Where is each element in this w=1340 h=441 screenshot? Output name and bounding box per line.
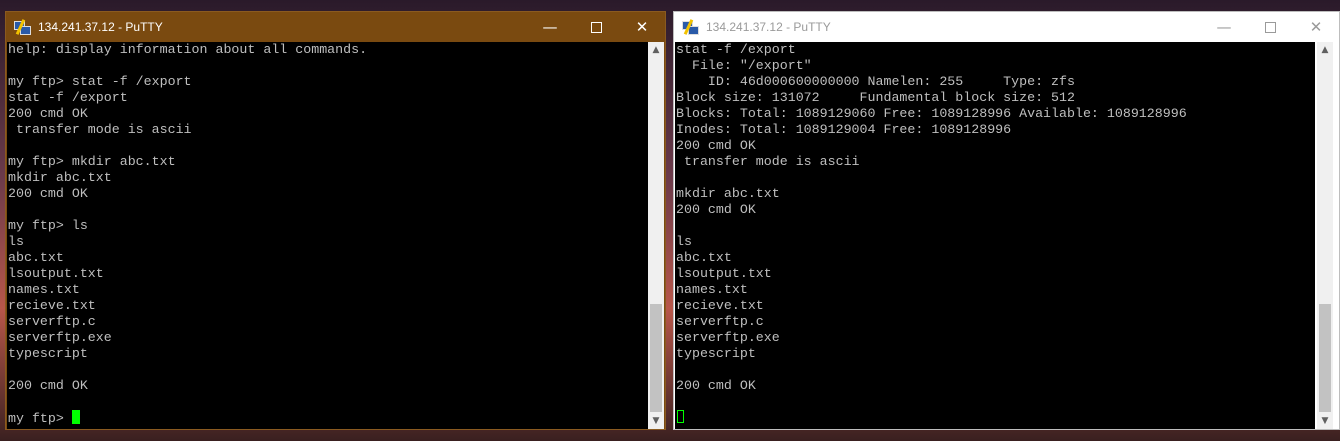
scroll-thumb[interactable] (1319, 304, 1331, 412)
terminal-line: 200 cmd OK (8, 378, 88, 393)
terminal-line: stat -f /export (8, 90, 128, 105)
scroll-up-arrow[interactable]: ▲ (648, 42, 664, 58)
vertical-scrollbar[interactable]: ▲ ▼ (1317, 42, 1333, 429)
terminal-line: Block size: 131072 Fundamental block siz… (676, 90, 1075, 105)
terminal-area[interactable]: stat -f /export File: "/export" ID: 46d0… (675, 42, 1315, 429)
vertical-scrollbar[interactable]: ▲ ▼ (648, 42, 664, 429)
maximize-icon (590, 21, 602, 33)
terminal-line: Inodes: Total: 1089129004 Free: 10891289… (676, 122, 1012, 137)
terminal-line: typescript (676, 346, 756, 361)
putty-icon[interactable] (682, 19, 699, 35)
terminal-line: help: display information about all comm… (8, 42, 368, 57)
terminal-line: ls (676, 234, 692, 249)
putty-window-right[interactable]: 134.241.37.12 - PuTTY — ✕ stat -f /expor… (673, 11, 1340, 430)
terminal-line: serverftp.exe (676, 330, 780, 345)
window-title: 134.241.37.12 - PuTTY (38, 20, 163, 34)
maximize-icon (1264, 21, 1276, 33)
terminal-output: stat -f /export File: "/export" ID: 46d0… (675, 42, 1315, 426)
minimize-button[interactable]: — (1201, 12, 1247, 42)
terminal-line: serverftp.exe (8, 330, 112, 345)
terminal-output: help: display information about all comm… (7, 42, 649, 426)
text-cursor (677, 410, 684, 423)
terminal-line: my ftp> mkdir abc.txt (8, 154, 176, 169)
terminal-line: recieve.txt (8, 298, 96, 313)
terminal-line: transfer mode is ascii (8, 122, 192, 137)
prompt-line[interactable] (675, 410, 1315, 426)
terminal-line: lsoutput.txt (8, 266, 104, 281)
putty-icon[interactable] (14, 19, 31, 35)
terminal-line: serverftp.c (676, 314, 764, 329)
prompt-line[interactable]: my ftp> (7, 410, 649, 426)
title-bar[interactable]: 134.241.37.12 - PuTTY — ✕ (674, 12, 1339, 42)
terminal-line: mkdir abc.txt (8, 170, 112, 185)
window-title: 134.241.37.12 - PuTTY (706, 20, 831, 34)
terminal-line: Blocks: Total: 1089129060 Free: 10891289… (676, 106, 1187, 121)
scroll-thumb[interactable] (650, 304, 662, 412)
terminal-line: ls (8, 234, 24, 249)
terminal-line: 200 cmd OK (676, 202, 756, 217)
putty-window-left[interactable]: 134.241.37.12 - PuTTY — ✕ help: display … (5, 11, 666, 430)
terminal-line: recieve.txt (676, 298, 764, 313)
maximize-button[interactable] (1247, 12, 1293, 42)
scroll-up-arrow[interactable]: ▲ (1317, 42, 1333, 58)
close-button[interactable]: ✕ (619, 12, 665, 42)
terminal-line: File: "/export" (676, 58, 812, 73)
terminal-line: transfer mode is ascii (676, 154, 860, 169)
terminal-line: mkdir abc.txt (676, 186, 780, 201)
terminal-line: lsoutput.txt (676, 266, 772, 281)
terminal-line: abc.txt (8, 250, 64, 265)
close-button[interactable]: ✕ (1293, 12, 1339, 42)
terminal-area[interactable]: help: display information about all comm… (7, 42, 649, 429)
title-bar[interactable]: 134.241.37.12 - PuTTY — ✕ (6, 12, 665, 42)
terminal-line: 200 cmd OK (8, 186, 88, 201)
terminal-line: names.txt (8, 282, 80, 297)
prompt-text: my ftp> (8, 411, 72, 426)
minimize-button[interactable]: — (527, 12, 573, 42)
terminal-line: my ftp> ls (8, 218, 88, 233)
terminal-line: 200 cmd OK (8, 106, 88, 121)
terminal-line: abc.txt (676, 250, 732, 265)
terminal-line: my ftp> stat -f /export (8, 74, 192, 89)
terminal-line: ID: 46d000600000000 Namelen: 255 Type: z… (676, 74, 1075, 89)
terminal-line: serverftp.c (8, 314, 96, 329)
terminal-line: 200 cmd OK (676, 378, 756, 393)
terminal-line: typescript (8, 346, 88, 361)
terminal-line: names.txt (676, 282, 748, 297)
terminal-line: stat -f /export (676, 42, 796, 57)
maximize-button[interactable] (573, 12, 619, 42)
scroll-down-arrow[interactable]: ▼ (648, 413, 664, 429)
text-cursor (71, 410, 80, 424)
terminal-line: 200 cmd OK (676, 138, 756, 153)
scroll-down-arrow[interactable]: ▼ (1317, 413, 1333, 429)
